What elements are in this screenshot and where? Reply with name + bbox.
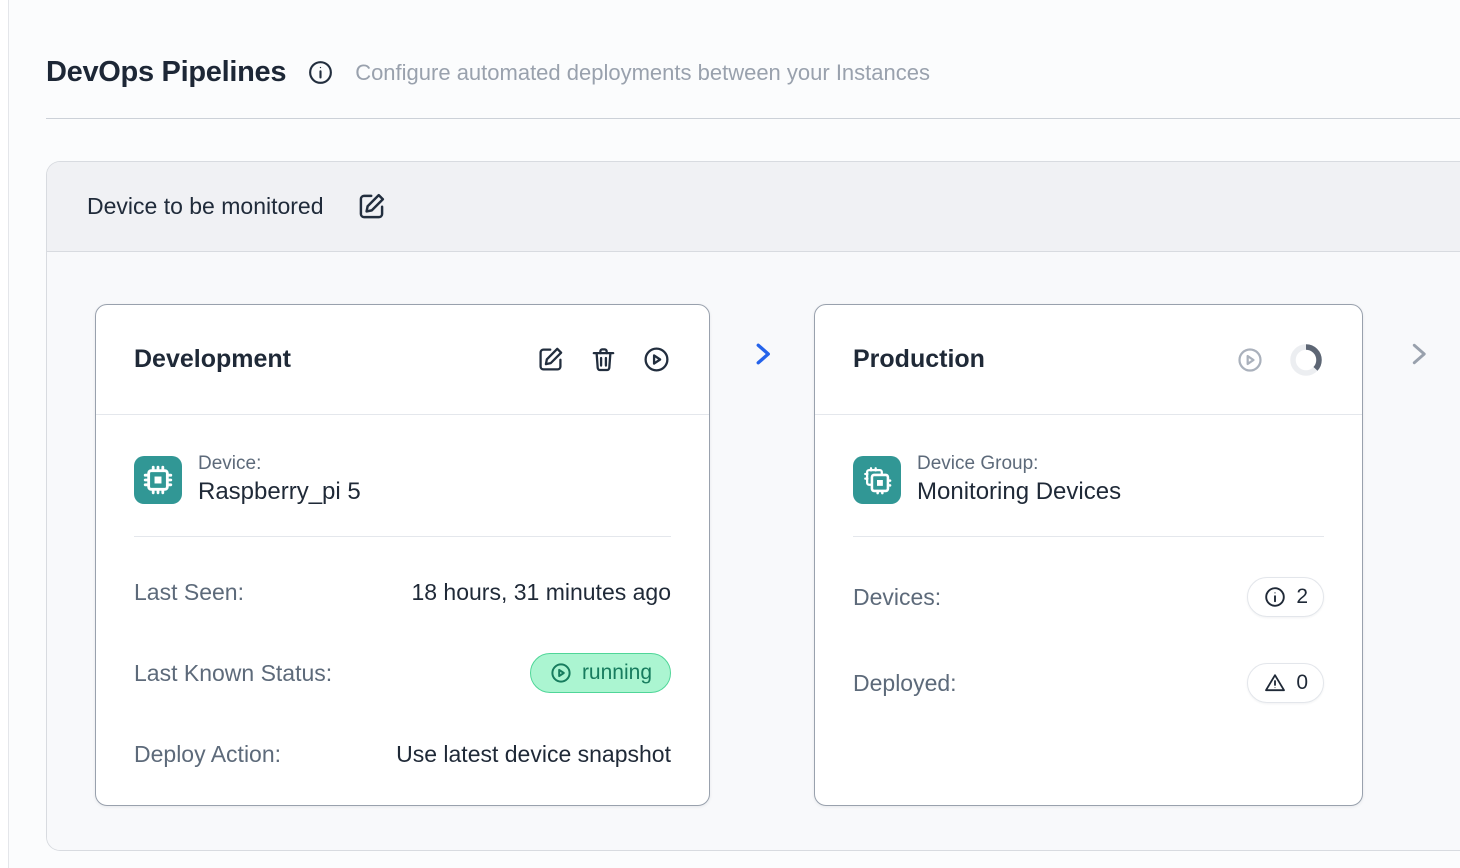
card-divider [853,536,1324,537]
production-card-body: Device Group: Monitoring Devices Devices… [815,415,1362,749]
header-divider [46,118,1460,119]
devices-label: Devices: [853,584,941,611]
pipeline-panel: Device to be monitored Development [46,161,1460,851]
warning-triangle-icon [1263,671,1287,695]
edit-stage-icon[interactable] [536,345,565,374]
last-seen-label: Last Seen: [134,579,244,606]
production-card-header: Production [815,305,1362,415]
run-stage-disabled-icon[interactable] [1236,346,1264,374]
pipeline-flow-chevron-icon[interactable] [710,339,814,369]
devices-count: 2 [1296,585,1308,609]
cpu-chip-group-icon [853,456,901,504]
device-label: Device: [198,453,361,475]
device-group-name: Monitoring Devices [917,478,1121,506]
cpu-chip-icon [134,456,182,504]
card-divider [134,536,671,537]
page-header: DevOps Pipelines Configure automated dep… [46,0,1460,89]
run-stage-icon[interactable] [642,345,671,374]
deployed-count-badge[interactable]: 0 [1247,663,1324,703]
status-badge: running [530,653,671,693]
status-value: running [582,661,652,685]
stage-title-development: Development [134,345,291,374]
deploy-action-label: Deploy Action: [134,741,281,768]
info-circle-icon [1263,585,1287,609]
last-seen-value: 18 hours, 31 minutes ago [411,579,671,606]
page-subtitle: Configure automated deployments between … [355,60,930,86]
panel-next-chevron-icon[interactable] [1403,339,1433,374]
status-row: Last Known Status: running [134,653,671,693]
loading-spinner-icon [1288,342,1324,378]
devops-pipelines-page: DevOps Pipelines Configure automated dep… [8,0,1460,868]
pipeline-name: Device to be monitored [87,193,324,220]
deployed-count: 0 [1296,671,1308,695]
devices-row: Devices: 2 [853,577,1324,617]
device-group-row: Device Group: Monitoring Devices [853,453,1324,506]
edit-pipeline-icon[interactable] [356,191,387,222]
device-group-label: Device Group: [917,453,1121,475]
device-row: Device: Raspberry_pi 5 [134,453,671,506]
stage-title-production: Production [853,345,985,374]
status-label: Last Known Status: [134,660,332,687]
devices-count-badge[interactable]: 2 [1247,577,1324,617]
page-title: DevOps Pipelines [46,56,286,89]
pipeline-panel-header: Device to be monitored [47,162,1460,252]
deployed-label: Deployed: [853,670,957,697]
delete-stage-icon[interactable] [589,345,618,374]
development-card-header: Development [96,305,709,415]
stage-card-development: Development [95,304,710,806]
deploy-action-value: Use latest device snapshot [396,741,671,768]
deployed-row: Deployed: 0 [853,663,1324,703]
development-card-body: Device: Raspberry_pi 5 Last Seen: 18 hou… [96,415,709,815]
info-icon[interactable] [307,59,334,86]
stage-card-production: Production [814,304,1363,806]
device-name: Raspberry_pi 5 [198,478,361,506]
pipeline-stages: Development [47,252,1460,851]
play-circle-icon [549,661,573,685]
development-actions [536,345,671,374]
last-seen-row: Last Seen: 18 hours, 31 minutes ago [134,577,671,607]
deploy-action-row: Deploy Action: Use latest device snapsho… [134,739,671,769]
production-actions [1236,342,1324,378]
